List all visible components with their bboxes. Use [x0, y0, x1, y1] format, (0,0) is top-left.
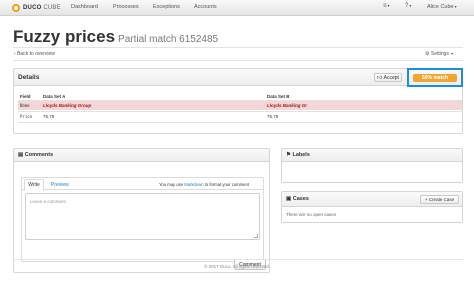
nav-dashboard[interactable]: Dashboard [71, 4, 98, 10]
create-case-button[interactable]: + Create Case [420, 195, 459, 204]
nav-accounts[interactable]: Accounts [194, 4, 217, 10]
comment-placeholder: Leave a comment [30, 199, 66, 204]
comment-input[interactable]: Leave a comment [25, 193, 260, 240]
table-row: Name Lloyds Banking Group Lloyds Banking… [18, 101, 462, 110]
value-a: 75.79 [43, 114, 55, 119]
page-title: Fuzzy prices Partial match 6152485 [13, 27, 219, 46]
settings-dropdown[interactable]: ⚙ Settings ▾ [425, 51, 453, 57]
column-header-a: Data Set A [43, 94, 66, 99]
markdown-link[interactable]: Markdown [184, 182, 203, 187]
cases-title: ▣ Cases [286, 196, 309, 202]
match-highlight: 50% match [407, 68, 463, 87]
brand-name: DUCO CUBE [23, 5, 61, 11]
briefcase-icon: ▣ [286, 196, 293, 202]
field-name: Name [20, 103, 30, 108]
resize-handle[interactable] [254, 234, 258, 238]
chevron-down-icon: ▾ [454, 4, 457, 9]
comment-icon: ▤ [18, 152, 25, 158]
divider [13, 60, 463, 61]
footer-copyright: © 2017 Duco. All rights reserved. [204, 264, 270, 269]
accept-button[interactable]: 👍︎ Accept [374, 73, 402, 82]
duco-logo-icon [12, 4, 20, 12]
labels-panel: ⚑ Labels [281, 148, 463, 183]
footer-divider [13, 259, 463, 260]
tab-write[interactable]: Write [24, 179, 44, 191]
details-panel: Details 👍︎ Accept Field Data Set A Data … [13, 68, 463, 134]
cases-empty-text: There are no open cases [286, 212, 337, 217]
markdown-hint: You may use Markdown to format your comm… [159, 182, 249, 187]
column-header-field: Field [20, 94, 31, 99]
labels-title: ⚑ Labels [286, 152, 310, 158]
table-row: Price 75.79 75.79 [18, 112, 462, 121]
plus-icon: + [424, 197, 428, 202]
top-navbar: DUCO CUBE Dashboard Processes Exceptions… [0, 0, 474, 16]
hamburger-icon[interactable]: ≡▾ [383, 3, 390, 9]
comments-panel: ▤ Comments Write Preview You may use Mar… [13, 148, 270, 273]
comments-title: ▤ Comments [18, 152, 54, 158]
question-icon[interactable]: ?▾ [405, 3, 411, 9]
divider [13, 47, 463, 48]
back-to-overview-link[interactable]: ‹ Back to overview [14, 51, 55, 57]
value-a: Lloyds Banking Group [43, 103, 92, 108]
field-name: Price [20, 114, 33, 119]
value-b: Lloyds Banking Gr [267, 103, 308, 108]
thumbs-up-icon: 👍︎ [377, 74, 383, 81]
chevron-down-icon: ▾ [449, 51, 454, 56]
comments-panel-header: ▤ Comments [14, 149, 269, 162]
user-menu[interactable]: Alice Cube▾ [427, 4, 457, 10]
cases-panel: ▣ Cases + Create Case There are no open … [281, 191, 463, 223]
brand[interactable]: DUCO CUBE [12, 3, 61, 13]
tab-preview[interactable]: Preview [51, 182, 69, 188]
row-divider [18, 122, 462, 123]
match-status-badge[interactable]: 50% match [413, 74, 457, 82]
value-b: 75.79 [267, 114, 279, 119]
labels-panel-header: ⚑ Labels [282, 149, 462, 162]
comment-editor: Write Preview You may use Markdown to fo… [21, 177, 264, 262]
nav-processes[interactable]: Processes [113, 4, 139, 10]
page-subtitle: Partial match 6152485 [118, 34, 219, 45]
details-title: Details [18, 74, 40, 81]
nav-exceptions[interactable]: Exceptions [153, 4, 180, 10]
column-header-b: Data Set B [267, 94, 290, 99]
user-name: Alice Cube [427, 4, 454, 10]
